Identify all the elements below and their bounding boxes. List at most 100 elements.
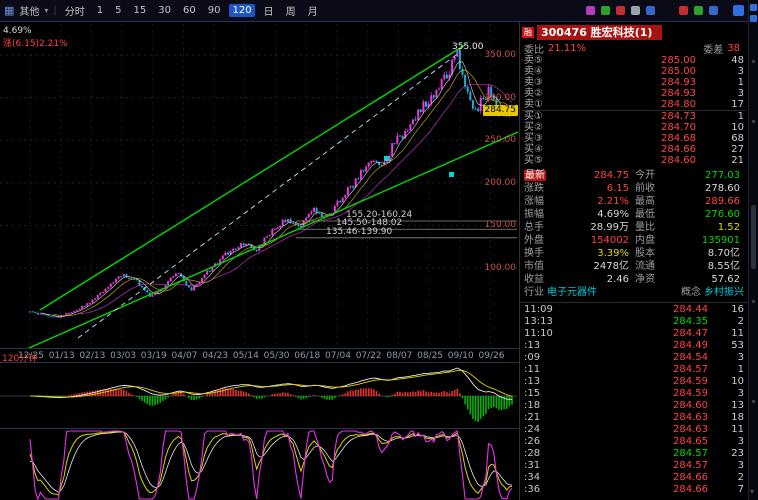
stat-value: 278.60 [667, 182, 746, 195]
stat-label: 总手 [524, 221, 556, 234]
ask-row[interactable]: 卖②284.933 [522, 88, 746, 99]
stat-value: 57.62 [667, 273, 746, 286]
stat-label: 换手 [524, 247, 556, 260]
stat-value: 277.03 [667, 169, 746, 182]
date-label: 09/10 [448, 351, 474, 361]
support-level-label: 135.46-139.90 [326, 228, 392, 237]
book-volume: 21 [712, 155, 744, 166]
right-sidebar-strip: ▾ [748, 0, 758, 500]
bid-row[interactable]: 买⑤284.6021 [522, 155, 746, 166]
toolbar-shortcut-chip[interactable] [601, 6, 610, 15]
toolbar: ▦ 其他 ▾ | 分时1515306090120日周月 [0, 0, 758, 22]
period-button-30[interactable]: 30 [155, 4, 174, 17]
stat-value: 28.99万 [556, 221, 635, 234]
bid-row[interactable]: 买③284.6868 [522, 133, 746, 144]
sidebar-icon-1[interactable] [750, 4, 757, 11]
tick-price: 284.44 [556, 304, 708, 316]
price-chart-svg[interactable] [0, 22, 519, 348]
book-volume: 27 [712, 144, 744, 155]
date-label: 03/03 [110, 351, 136, 361]
stat-label: 前收 [635, 182, 667, 195]
book-volume: 3 [712, 66, 744, 77]
tick-row: :36284.667 [522, 484, 746, 496]
kdj-panel[interactable] [0, 428, 519, 500]
period-button-120[interactable]: 120 [229, 4, 254, 17]
book-price: 284.68 [550, 133, 712, 144]
tick-time: :28 [524, 448, 556, 460]
stat-label: 最新 [524, 169, 556, 182]
tick-time: :13 [524, 376, 556, 388]
period-button-月[interactable]: 月 [305, 2, 321, 19]
scroll-down-icon[interactable]: ▾ [750, 487, 754, 496]
app-menu-icon[interactable]: ▦ [4, 4, 14, 17]
weibi-value: 21.11% [548, 43, 586, 54]
toolbar-shortcut-chip[interactable] [694, 6, 703, 15]
panel-layout-icon[interactable] [733, 5, 744, 16]
stat-label: 净资 [635, 273, 667, 286]
bid-row[interactable]: 买②284.7010 [522, 122, 746, 133]
industry-value[interactable]: 电子元器件 [547, 286, 597, 299]
bid-row[interactable]: 买①284.731 [522, 110, 746, 122]
ask-row[interactable]: 卖④285.003 [522, 66, 746, 77]
stock-title-banner[interactable]: 300476 胜宏科技(1) [537, 25, 662, 40]
period-button-5[interactable]: 5 [112, 4, 124, 17]
period-button-90[interactable]: 90 [205, 4, 224, 17]
menu-button[interactable]: 其他 [19, 3, 39, 18]
period-button-15[interactable]: 15 [131, 4, 150, 17]
toolbar-shortcut-chip[interactable] [616, 6, 625, 15]
scrollbar-thumb[interactable] [751, 205, 756, 269]
period-button-日[interactable]: 日 [261, 2, 277, 19]
tick-price: 284.65 [556, 436, 708, 448]
book-level-label: 买⑤ [524, 155, 550, 166]
order-book: 卖⑤285.0048卖④285.003卖③284.931卖②284.933卖①2… [520, 55, 748, 166]
toolbar-divider: | [53, 5, 56, 16]
sidebar-dot-4 [752, 400, 755, 403]
ask-row[interactable]: 卖③284.931 [522, 77, 746, 88]
concept-value[interactable]: 乡村振兴 [704, 286, 744, 299]
stat-label: 量比 [635, 221, 667, 234]
date-label: 08/07 [386, 351, 412, 361]
tick-time: :11 [524, 364, 556, 376]
period-button-分时[interactable]: 分时 [62, 2, 88, 19]
sidebar-icon-2[interactable] [750, 15, 757, 22]
macd-panel[interactable] [0, 362, 519, 429]
date-label: 07/04 [325, 351, 351, 361]
date-axis: 120分钟 12/2501/1302/1303/0303/1904/0704/2… [0, 348, 519, 363]
stat-value: 6.15 [556, 182, 635, 195]
tick-price: 284.49 [556, 340, 708, 352]
stat-label: 流通 [635, 260, 667, 273]
tick-time: 13:13 [524, 316, 556, 328]
tick-price: 284.35 [556, 316, 708, 328]
period-button-60[interactable]: 60 [180, 4, 199, 17]
stat-value: 3.39% [556, 247, 635, 260]
tick-volume: 10 [708, 376, 744, 388]
period-button-周[interactable]: 周 [283, 2, 299, 19]
tick-row: :13284.4953 [522, 340, 746, 352]
kdj-chart-svg[interactable] [0, 429, 519, 500]
y-axis-label: 250.00 [485, 135, 517, 145]
tick-volume: 23 [708, 448, 744, 460]
weibi-label: 委比 [524, 41, 544, 56]
tick-row: 11:10284.4711 [522, 328, 746, 340]
tick-time: :09 [524, 352, 556, 364]
tick-row: :11284.571 [522, 364, 746, 376]
tick-row: 11:09284.4416 [522, 304, 746, 316]
toolbar-shortcut-chip[interactable] [709, 6, 718, 15]
weicha-label: 委差 [703, 41, 723, 56]
toolbar-shortcut-chip[interactable] [586, 6, 595, 15]
book-volume: 3 [712, 88, 744, 99]
period-button-1[interactable]: 1 [94, 4, 106, 17]
main-chart[interactable]: 4.69% 涨(6.15)2.21% 355.00 284.75 350.003… [0, 22, 519, 348]
stat-label: 内盘 [635, 234, 667, 247]
toolbar-shortcut-chip[interactable] [631, 6, 640, 15]
bid-row[interactable]: 买④284.6627 [522, 144, 746, 155]
date-label: 04/07 [172, 351, 198, 361]
stat-value: 135901 [667, 234, 746, 247]
book-level-label: 买③ [524, 133, 550, 144]
ask-row[interactable]: 卖①284.8017 [522, 99, 746, 110]
tick-volume: 3 [708, 388, 744, 400]
toolbar-shortcut-chip[interactable] [646, 6, 655, 15]
macd-chart-svg[interactable] [0, 363, 519, 428]
ask-row[interactable]: 卖⑤285.0048 [522, 55, 746, 66]
toolbar-shortcut-chip[interactable] [679, 6, 688, 15]
